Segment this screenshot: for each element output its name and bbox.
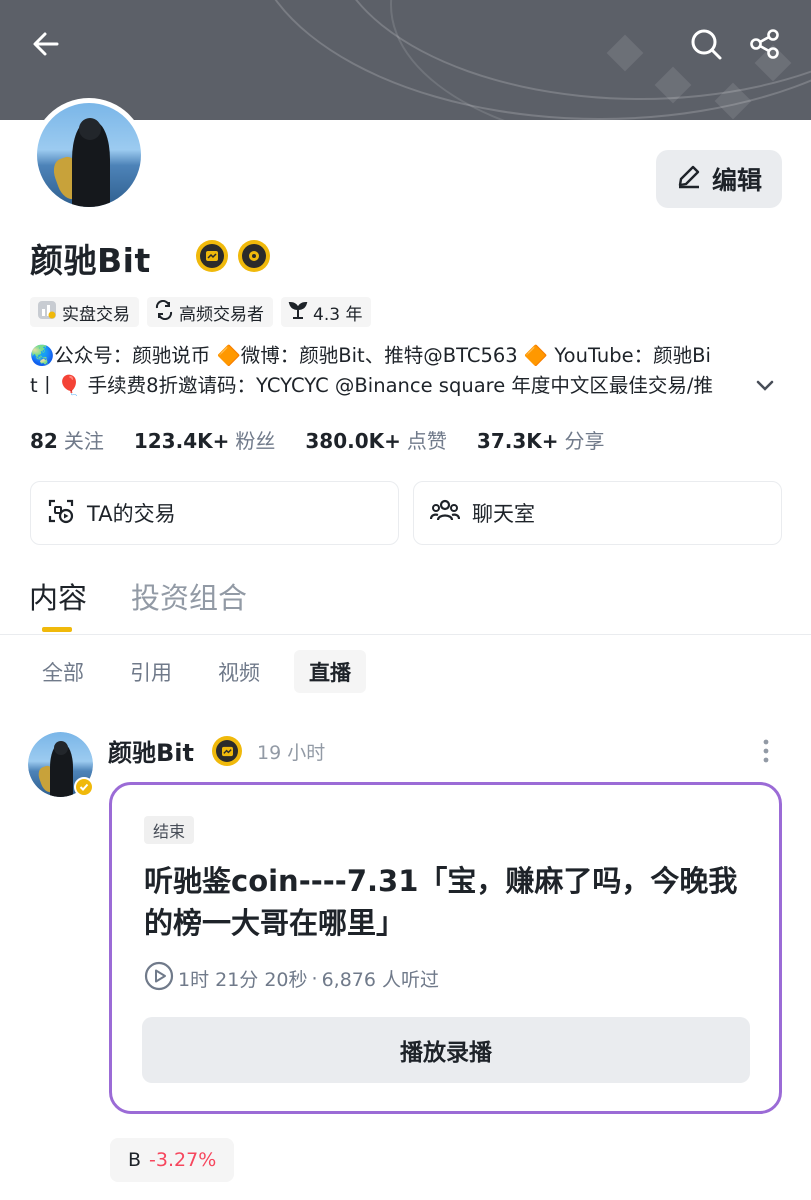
profile-tags: 实盘交易 高频交易者 4.3 年	[30, 297, 372, 327]
subtab-videos[interactable]: 视频	[218, 650, 260, 693]
play-replay-button[interactable]: 播放录播	[142, 1017, 750, 1083]
creator-badge-icon[interactable]	[196, 240, 228, 272]
tag-high-frequency[interactable]: 高频交易者	[147, 297, 273, 327]
live-meta: 1时 21分 20秒 · 6,876 人听过	[144, 961, 439, 996]
trades-button[interactable]: TA的交易	[30, 481, 399, 545]
sprout-icon	[288, 300, 308, 325]
status-badge: 结束	[144, 816, 195, 844]
live-duration: 1时 21分 20秒	[178, 969, 308, 991]
search-icon[interactable]	[686, 24, 726, 64]
chart-icon	[37, 300, 57, 325]
tag-live-trading[interactable]: 实盘交易	[30, 297, 139, 327]
subtab-all[interactable]: 全部	[42, 650, 84, 693]
trades-label: TA的交易	[87, 502, 176, 526]
tag-label: 4.3 年	[313, 304, 363, 325]
live-listeners: 6,876 人听过	[321, 969, 440, 991]
stat-likes[interactable]: 380.0K+ 点赞	[305, 425, 447, 454]
meta-separator: ·	[311, 967, 318, 990]
stat-followers[interactable]: 123.4K+ 粉丝	[134, 425, 276, 454]
more-options-icon[interactable]	[762, 738, 770, 768]
verified-check-icon	[74, 777, 94, 797]
tab-content[interactable]: 内容	[29, 575, 87, 617]
live-stream-card[interactable]: 结束 听驰鉴coin----7.31「宝，赚麻了吗，今晚我的榜一大哥在哪里」 1…	[109, 782, 782, 1114]
ticker-change: -3.27%	[149, 1149, 217, 1171]
bio-line: 🌏公众号：颜驰说币 🔶微博：颜驰Bit、推特@BTC563 🔶 YouTube：…	[30, 344, 711, 367]
people-icon	[429, 497, 461, 530]
chatroom-button[interactable]: 聊天室	[413, 481, 782, 545]
ticker-chip[interactable]: B -3.27%	[110, 1138, 235, 1182]
tab-portfolio[interactable]: 投资组合	[131, 575, 247, 617]
profile-avatar[interactable]	[32, 98, 146, 212]
divider	[0, 634, 811, 635]
stat-shares[interactable]: 37.3K+ 分享	[477, 425, 605, 454]
post-time: 19 小时	[257, 742, 326, 764]
achievement-badge-icon[interactable]	[238, 240, 270, 272]
trades-icon	[47, 497, 75, 530]
back-arrow-icon[interactable]	[26, 24, 66, 64]
stat-following[interactable]: 82 关注	[30, 425, 104, 454]
post-author-name[interactable]: 颜驰Bit	[108, 733, 194, 768]
bio-line: t丨🎈 手续费8折邀请码：YCYCYC @Binance square 年度中文…	[30, 374, 714, 397]
pencil-icon	[676, 163, 702, 195]
tag-years[interactable]: 4.3 年	[281, 297, 372, 327]
creator-badge-icon	[212, 736, 242, 766]
tag-label: 实盘交易	[62, 304, 130, 325]
tag-label: 高频交易者	[179, 304, 264, 325]
chevron-down-icon[interactable]	[752, 372, 778, 402]
live-title: 听驰鉴coin----7.31「宝，赚麻了吗，今晚我的榜一大哥在哪里」	[144, 864, 738, 940]
repeat-icon	[154, 299, 174, 325]
ticker-symbol: B	[128, 1149, 142, 1171]
edit-profile-button[interactable]: 编辑	[656, 150, 782, 208]
profile-name: 颜驰Bit	[30, 241, 151, 280]
subtab-quotes[interactable]: 引用	[130, 650, 172, 693]
subtab-live[interactable]: 直播	[294, 650, 366, 693]
profile-bio[interactable]: 🌏公众号：颜驰说币 🔶微博：颜驰Bit、推特@BTC563 🔶 YouTube：…	[30, 341, 780, 401]
profile-stats: 82 关注 123.4K+ 粉丝 380.0K+ 点赞 37.3K+ 分享	[30, 425, 605, 454]
active-tab-indicator	[42, 627, 72, 632]
profile-banner	[0, 0, 811, 120]
play-circle-icon	[144, 961, 174, 996]
share-icon[interactable]	[745, 24, 785, 64]
chatroom-label: 聊天室	[472, 502, 535, 526]
edit-label: 编辑	[711, 166, 762, 195]
